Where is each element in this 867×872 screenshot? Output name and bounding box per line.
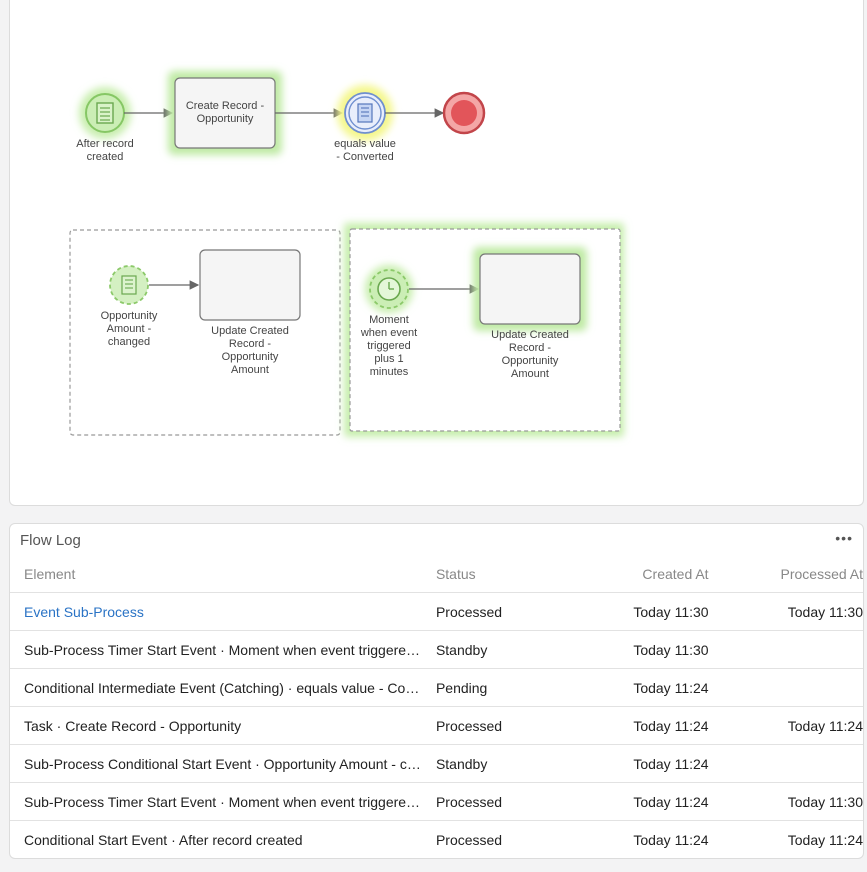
cell-status: Pending — [435, 668, 580, 707]
element-text: Sub-Process Timer Start Event · Moment w… — [24, 793, 424, 810]
cell-element: Sub-Process Timer Start Event · Moment w… — [10, 782, 436, 821]
element-text: Conditional Intermediate Event (Catching… — [24, 679, 424, 696]
document-icon — [357, 103, 373, 123]
table-row[interactable]: Event Sub-Process Processed Today 11:30 Tod… — [10, 592, 863, 631]
cell-element: Task · Create Record - Opportunity — [10, 706, 436, 745]
table-row[interactable]: Sub-Process Conditional Start Event · Op… — [10, 744, 863, 783]
element-text: Task · Create Record - Opportunity — [24, 717, 242, 734]
subprocess-start-event-amount-changed[interactable] — [109, 265, 149, 305]
column-header-processed-at[interactable]: Processed At — [708, 556, 863, 593]
start-event-after-record-created[interactable] — [85, 93, 125, 133]
label-equals-value-converted: equals value - Converted — [334, 138, 396, 163]
cell-processed-at: Today 11:24 — [709, 821, 863, 859]
cell-processed-at — [708, 744, 863, 783]
column-header-status[interactable]: Status — [435, 556, 580, 593]
cell-created-at: Today 11:24 — [579, 668, 709, 707]
table-row[interactable]: Conditional Intermediate Event (Catching… — [10, 668, 863, 707]
label-create-record-opportunity: Create Record - Opportunity — [185, 100, 265, 125]
cell-status: Processed — [435, 782, 580, 821]
cell-element: Conditional Start Event · After record c… — [10, 821, 436, 859]
cell-created-at: Today 11:24 — [579, 744, 709, 783]
cell-status: Processed — [435, 706, 580, 745]
column-header-created-at[interactable]: Created At — [579, 556, 709, 593]
cell-status: Processed — [435, 592, 580, 631]
element-text: Sub-Process Conditional Start Event · Op… — [24, 755, 424, 772]
more-horizontal-icon[interactable]: ••• — [835, 530, 853, 546]
cell-element: Sub-Process Conditional Start Event · Op… — [10, 744, 436, 783]
subprocess-timer-start-event[interactable] — [369, 269, 409, 309]
table-header-row: Element Status Created At Processed At — [10, 556, 863, 593]
document-icon — [96, 102, 114, 124]
cell-element: Conditional Intermediate Event (Catching… — [10, 668, 436, 707]
label-update-created-record-1: Update Created Record - Opportunity Amou… — [211, 325, 289, 376]
bpmn-diagram — [69, 71, 624, 437]
processed-at-text: Today 11:24 — [787, 717, 863, 734]
cell-created-at: Today 11:24 — [579, 706, 709, 745]
cell-element: Sub-Process Timer Start Event · Moment w… — [10, 630, 436, 669]
label-opportunity-amount-changed: Opportunity Amount - changed — [100, 310, 158, 348]
cell-processed-at — [708, 668, 863, 707]
element-link[interactable]: Event Sub-Process — [24, 604, 424, 620]
subprocess-task-update-record-2[interactable] — [479, 253, 581, 325]
cell-created-at: Today 11:30 — [579, 630, 709, 669]
label-after-record-created: After record created — [76, 138, 134, 163]
flow-log-title: Flow Log — [20, 532, 81, 549]
intermediate-event-equals-converted[interactable] — [344, 92, 386, 134]
cell-created-at: Today 11:30 — [579, 592, 709, 631]
cell-status: Processed — [435, 831, 503, 848]
label-update-created-record-2: Update Created Record - Opportunity Amou… — [491, 329, 569, 380]
cell-created-at: Today 11:24 — [633, 831, 709, 848]
processed-at-text: Today 11:30 — [787, 793, 863, 810]
processed-at-text: Today 11:24 — [787, 831, 863, 848]
cell-status: Standby — [435, 744, 580, 783]
element-text: Conditional Start Event · After record c… — [24, 831, 303, 848]
flow-log-table: Element Status Created At Processed At E… — [10, 556, 863, 858]
clock-icon — [377, 277, 401, 301]
element-text: Sub-Process Timer Start Event · Moment w… — [24, 641, 424, 658]
label-moment-when-event-triggered: Moment when event triggered plus 1 minut… — [360, 314, 418, 378]
document-icon — [121, 275, 137, 295]
cell-processed-at: Today 11:30 — [708, 592, 863, 631]
column-header-element[interactable]: Element — [10, 556, 436, 593]
subprocess-task-update-record-1[interactable] — [199, 249, 301, 321]
table-row[interactable]: Sub-Process Timer Start Event · Moment w… — [10, 630, 863, 669]
flow-log-panel: Flow Log ••• Element Status Created At P… — [9, 523, 864, 859]
cell-processed-at — [708, 630, 863, 669]
table-row[interactable]: Task · Create Record - Opportunity Proces… — [10, 706, 863, 745]
cell-status: Standby — [435, 630, 580, 669]
cell-created-at: Today 11:24 — [579, 782, 709, 821]
end-event[interactable] — [442, 91, 486, 135]
table-row[interactable]: Sub-Process Timer Start Event · Moment w… — [10, 782, 863, 821]
cell-element[interactable]: Event Sub-Process — [10, 592, 436, 631]
cell-processed-at: Today 11:30 — [708, 782, 863, 821]
table-row[interactable]: Conditional Start Event · After record c… — [10, 821, 863, 859]
bpmn-diagram-panel: After record created Create Record - Opp… — [9, 0, 864, 506]
processed-at-text: Today 11:30 — [787, 603, 863, 620]
cell-processed-at: Today 11:24 — [708, 706, 863, 745]
